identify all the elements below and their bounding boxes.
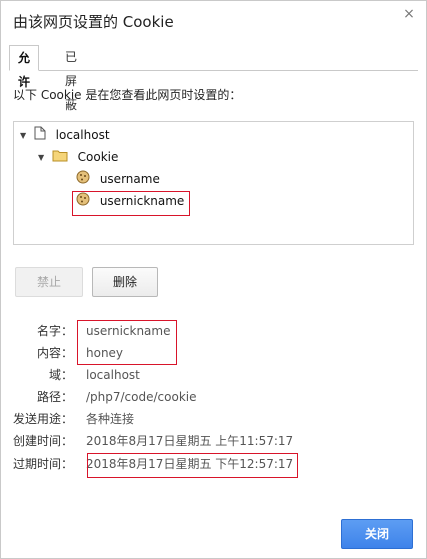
highlight-box — [77, 320, 177, 365]
detail-value: 2018年8月17日星期五 上午11:57:17 — [86, 434, 294, 448]
detail-label: 过期时间： — [12, 457, 73, 471]
host-label: localhost — [55, 128, 110, 142]
expand-arrow-icon[interactable]: ▼ — [20, 126, 30, 146]
highlight-box — [87, 453, 298, 478]
detail-label: 路径： — [36, 390, 73, 404]
tab-divider — [9, 70, 418, 71]
detail-value: /php7/code/cookie — [86, 390, 197, 404]
close-icon[interactable]: × — [402, 7, 416, 21]
cookie-tree[interactable]: ▼ localhost ▼ Cookie username usernickna… — [13, 121, 414, 245]
detail-value: localhost — [86, 368, 140, 382]
detail-label: 域： — [48, 368, 73, 382]
detail-label: 内容： — [36, 346, 73, 360]
detail-label: 创建时间： — [12, 434, 73, 448]
detail-value: 各种连接 — [86, 412, 135, 426]
cookie-icon — [76, 170, 90, 190]
expand-arrow-icon[interactable]: ▼ — [38, 148, 48, 168]
intro-text: 以下 Cookie 是在您查看此网页时设置的： — [13, 88, 242, 102]
tree-node-host[interactable]: ▼ localhost — [20, 125, 110, 145]
cookie-dialog: 由该网页设置的 Cookie × 允许 已屏蔽 以下 Cookie 是在您查看此… — [0, 0, 427, 559]
highlight-box — [72, 191, 190, 216]
detail-label: 名字： — [36, 324, 73, 338]
page-icon — [34, 126, 46, 146]
tree-item-cookie[interactable]: username — [76, 169, 160, 189]
tree-node-folder[interactable]: ▼ Cookie — [38, 147, 118, 167]
close-button[interactable]: 关闭 — [341, 519, 413, 549]
folder-label: Cookie — [77, 150, 119, 164]
detail-label: 发送用途： — [12, 412, 73, 426]
tab-allowed[interactable]: 允许 — [9, 45, 40, 89]
cookie-name-label: username — [99, 172, 160, 186]
folder-icon — [52, 148, 68, 168]
dialog-title: 由该网页设置的 Cookie — [13, 13, 174, 31]
block-button[interactable]: 禁止 — [15, 267, 83, 297]
tab-blocked[interactable]: 已屏蔽 — [57, 45, 85, 112]
delete-button[interactable]: 删除 — [92, 267, 158, 297]
